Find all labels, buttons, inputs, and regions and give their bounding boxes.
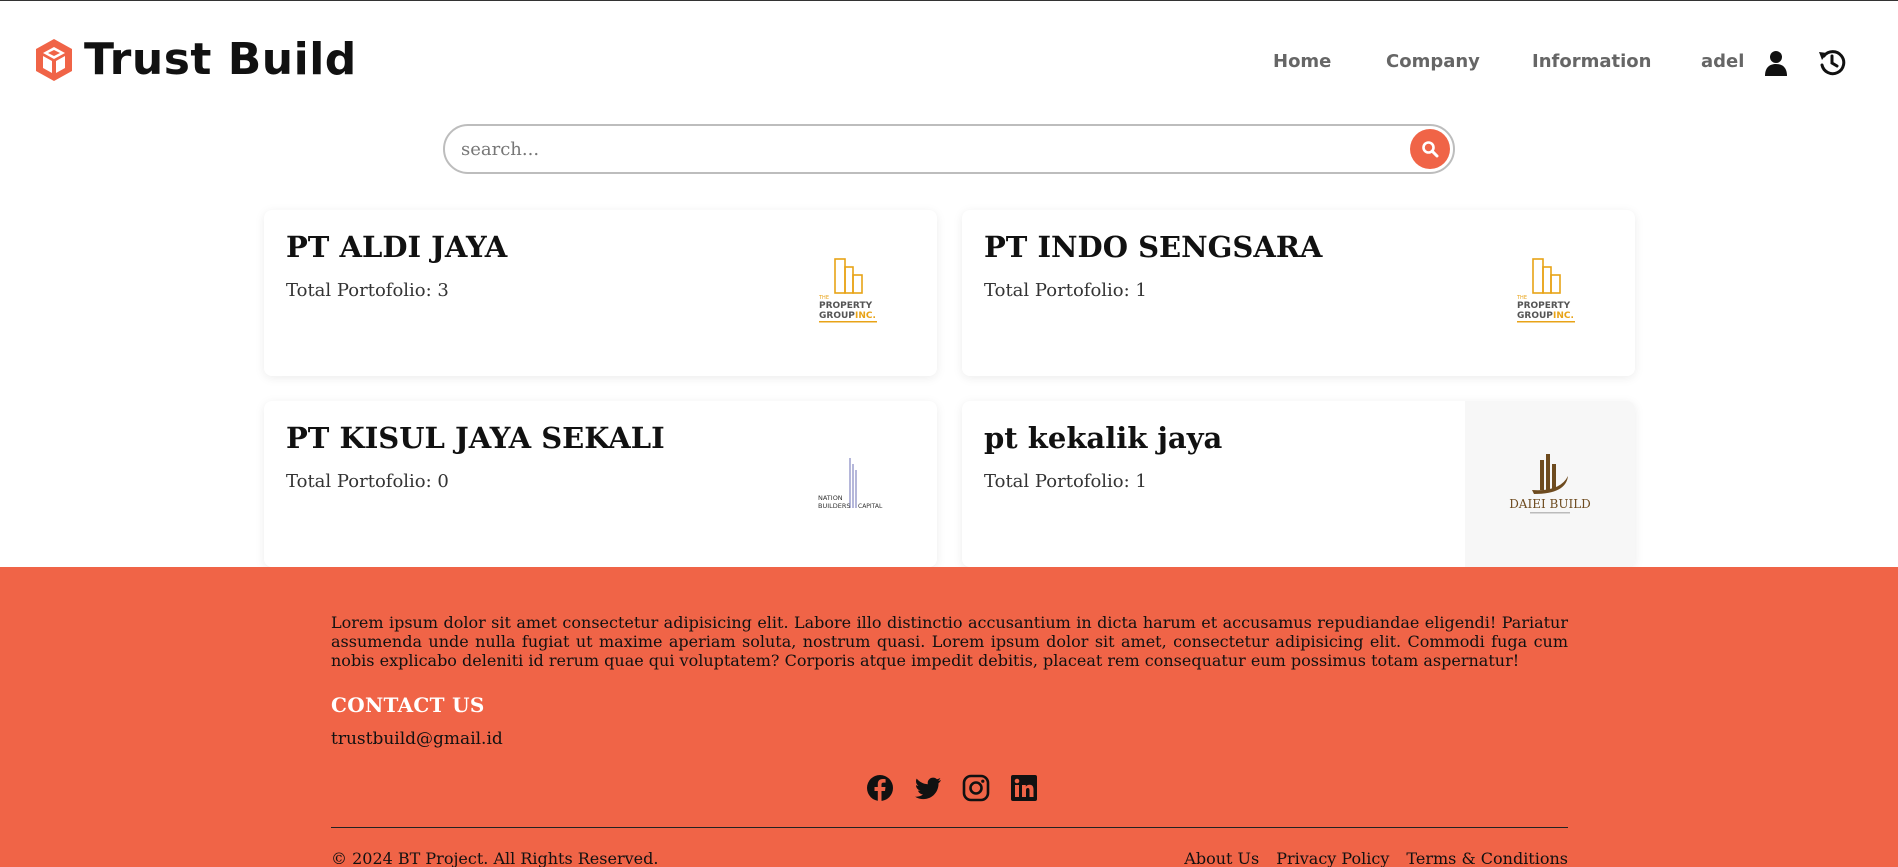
contact-heading: CONTACT US: [331, 693, 485, 717]
search-input[interactable]: [461, 136, 1361, 162]
search-button[interactable]: [1410, 129, 1450, 169]
company-name: PT KISUL JAYA SEKALI: [286, 421, 665, 455]
linkedin-icon[interactable]: [1010, 774, 1038, 802]
footer-link-privacy[interactable]: Privacy Policy: [1276, 849, 1389, 867]
svg-text:BUILDERS: BUILDERS: [818, 502, 851, 510]
company-card[interactable]: pt kekalik jaya Total Portofolio: 1 DAIE…: [962, 401, 1635, 567]
footer-link-about[interactable]: About Us: [1184, 849, 1259, 867]
company-name: PT INDO SENGSARA: [984, 230, 1323, 264]
company-logo: THE PROPERTY GROUP INC.: [1465, 210, 1635, 376]
svg-text:CAPITAL: CAPITAL: [858, 503, 883, 510]
nav-home[interactable]: Home: [1273, 48, 1331, 76]
company-logo: NATION BUILDERS CAPITAL: [767, 401, 937, 567]
svg-text:GROUP: GROUP: [1517, 311, 1553, 321]
company-logo: THE PROPERTY GROUP INC.: [767, 210, 937, 376]
portfolio-count: Total Portofolio: 0: [286, 471, 449, 492]
svg-text:NATION: NATION: [818, 494, 843, 502]
company-logo: DAIEI BUILD: [1465, 401, 1635, 567]
facebook-icon[interactable]: [866, 774, 894, 802]
svg-text:DAIEI BUILD: DAIEI BUILD: [1509, 497, 1591, 511]
svg-text:PROPERTY: PROPERTY: [819, 301, 873, 311]
footer-divider: [331, 827, 1568, 828]
portfolio-count: Total Portofolio: 1: [984, 471, 1147, 492]
brand-logo[interactable]: Trust Build: [34, 38, 357, 82]
site-header: Trust Build Home Company Information ade…: [0, 0, 1898, 120]
nav-username[interactable]: adel: [1701, 48, 1744, 76]
contact-email[interactable]: trustbuild@gmail.id: [331, 729, 503, 749]
copyright-text: © 2024 BT Project. All Rights Reserved.: [331, 849, 659, 867]
instagram-icon[interactable]: [962, 774, 990, 802]
brand-name: Trust Build: [84, 34, 357, 85]
portfolio-count: Total Portofolio: 1: [984, 280, 1147, 301]
company-name: pt kekalik jaya: [984, 421, 1223, 455]
social-links: [866, 774, 1058, 802]
svg-text:INC.: INC.: [855, 311, 876, 321]
company-card[interactable]: PT INDO SENGSARA Total Portofolio: 1 THE…: [962, 210, 1635, 376]
history-icon[interactable]: [1818, 48, 1846, 76]
svg-text:INC.: INC.: [1553, 311, 1574, 321]
nav-information[interactable]: Information: [1532, 48, 1651, 76]
search-bar: [443, 124, 1455, 174]
twitter-icon[interactable]: [914, 774, 942, 802]
company-name: PT ALDI JAYA: [286, 230, 508, 264]
footer-description: Lorem ipsum dolor sit amet consectetur a…: [331, 613, 1568, 670]
cube-icon: [36, 39, 72, 81]
company-card[interactable]: PT ALDI JAYA Total Portofolio: 3 THE PRO…: [264, 210, 937, 376]
footer-links: About Us Privacy Policy Terms & Conditio…: [1167, 849, 1568, 867]
svg-text:PROPERTY: PROPERTY: [1517, 301, 1571, 311]
nav-company[interactable]: Company: [1386, 48, 1480, 76]
svg-text:GROUP: GROUP: [819, 311, 855, 321]
company-card[interactable]: PT KISUL JAYA SEKALI Total Portofolio: 0…: [264, 401, 937, 567]
footer-link-terms[interactable]: Terms & Conditions: [1406, 849, 1568, 867]
portfolio-count: Total Portofolio: 3: [286, 280, 449, 301]
search-icon: [1422, 141, 1439, 158]
site-footer: Lorem ipsum dolor sit amet consectetur a…: [0, 567, 1898, 867]
user-icon[interactable]: [1764, 50, 1788, 76]
